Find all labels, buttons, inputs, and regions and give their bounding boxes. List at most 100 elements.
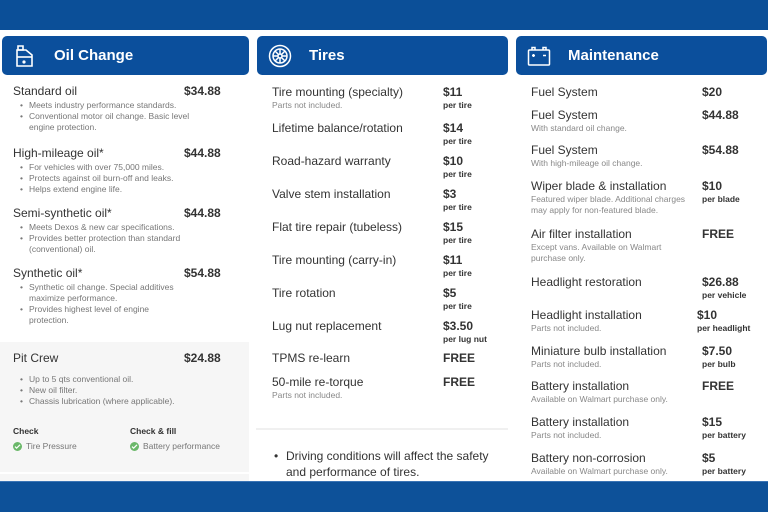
- service-price: $10 per tire: [443, 154, 472, 179]
- maintenance-service-item: Headlight restoration $26.88 per vehicle: [531, 275, 766, 300]
- oil-change-header: Oil Change: [2, 36, 249, 75]
- price-unit: per tire: [443, 202, 472, 212]
- price-unit: per headlight: [697, 323, 751, 333]
- service-note: Except vans. Available on Walmart purcha…: [531, 242, 662, 263]
- service-bullets: Meets industry performance standards. Co…: [13, 100, 253, 133]
- service-price: $26.88 per vehicle: [702, 275, 747, 300]
- service-price: $3.50 per lug nut: [443, 319, 487, 344]
- bullet: Protects against oil burn-off and leaks.: [13, 173, 253, 184]
- tires-footnote: Driving conditions will affect the safet…: [274, 448, 506, 480]
- service-price: $5 per tire: [443, 286, 472, 311]
- bullet: New oil filter.: [13, 385, 175, 396]
- service-price: $3 per tire: [443, 187, 472, 212]
- service-price: $54.88: [184, 266, 221, 280]
- tire-service-item: Road-hazard warranty $10 per tire: [272, 154, 507, 179]
- tire-service-item: Lug nut replacement $3.50 per lug nut: [272, 319, 507, 344]
- maintenance-title: Maintenance: [568, 47, 659, 64]
- tire-service-item: Valve stem installation $3 per tire: [272, 187, 507, 212]
- price-unit: per vehicle: [702, 290, 747, 300]
- check-fill-title: Check & fill: [130, 426, 177, 436]
- service-price: FREE: [702, 379, 735, 393]
- service-note: Parts not included.: [272, 390, 343, 400]
- tire-service-item: Lifetime balance/rotation $14 per tire: [272, 121, 507, 146]
- bullet: Provides highest level of engine protect…: [13, 304, 173, 326]
- tires-column: Tires Tire mounting (specialty) Parts not…: [256, 30, 512, 481]
- maintenance-service-item: Battery installation Parts not included. $…: [531, 415, 766, 441]
- service-price: $44.88: [184, 146, 221, 160]
- maintenance-service-item: Miniature bulb installation Parts not inc…: [531, 344, 766, 370]
- maintenance-service-item: Battery non-corrosion Available on Walmar…: [531, 451, 766, 477]
- tire-icon: [267, 43, 293, 69]
- price-unit: per tire: [443, 169, 472, 179]
- bullet: Synthetic oil change. Special additives …: [13, 282, 193, 304]
- service-price: FREE: [443, 375, 476, 389]
- service-price: $10 per blade: [702, 179, 740, 204]
- price-unit: per tire: [443, 235, 472, 245]
- service-price: $54.88: [702, 143, 739, 157]
- bullet: For vehicles with over 75,000 miles.: [13, 162, 253, 173]
- battery-icon: [526, 43, 552, 69]
- service-price: $7.50 per bulb: [702, 344, 736, 369]
- oil-change-title: Oil Change: [54, 47, 134, 64]
- service-price: FREE: [443, 351, 476, 365]
- service-note: Available on Walmart purchase only.: [531, 394, 668, 404]
- tire-service-item: Tire rotation $5 per tire: [272, 286, 507, 311]
- price-unit: per lug nut: [443, 334, 487, 344]
- price-unit: per battery: [702, 430, 746, 440]
- bullet: Chassis lubrication (where applicable).: [13, 396, 175, 407]
- oil-change-column: Oil Change Standard oil Meets industry p…: [0, 30, 256, 481]
- service-price: $15 per battery: [702, 415, 746, 440]
- bullet: Up to 5 qts conventional oil.: [13, 374, 175, 385]
- service-item: Semi-synthetic oil* Meets Dexos & new ca…: [13, 206, 253, 255]
- service-bullets: Meets Dexos & new car specifications. Pr…: [13, 222, 253, 255]
- bottom-banner: [0, 481, 768, 512]
- service-note: Featured wiper blade. Additional charges…: [531, 194, 686, 215]
- tire-service-item: Tire mounting (carry-in) $11 per tire: [272, 253, 507, 278]
- bullet: Provides better protection than standard…: [13, 233, 203, 255]
- maintenance-service-item: Air filter installation Except vans. Avai…: [531, 227, 766, 264]
- divider: [256, 428, 508, 430]
- tires-title: Tires: [309, 47, 345, 64]
- service-price: $5 per battery: [702, 451, 746, 476]
- service-price: $44.88: [184, 206, 221, 220]
- service-bullets: Synthetic oil change. Special additives …: [13, 282, 253, 326]
- service-note: With standard oil change.: [531, 123, 627, 133]
- checkmark-icon: [13, 441, 22, 451]
- check-fill-item: Battery performance: [130, 441, 220, 451]
- price-unit: per tire: [443, 100, 472, 110]
- maintenance-service-item: Battery installation Available on Walmart…: [531, 379, 766, 405]
- maintenance-service-item: Fuel System With high-mileage oil change.…: [531, 143, 766, 169]
- service-price: $14 per tire: [443, 121, 472, 146]
- bullet: Meets Dexos & new car specifications.: [13, 222, 253, 233]
- check-item-label: Tire Pressure: [26, 441, 77, 451]
- check-title: Check: [13, 426, 39, 436]
- service-price: $11 per tire: [443, 253, 472, 278]
- tires-header: Tires: [257, 36, 508, 75]
- bullet: Helps extend engine life.: [13, 184, 253, 195]
- maintenance-service-item: Wiper blade & installation Featured wiper…: [531, 179, 766, 216]
- check-fill-item-label: Battery performance: [143, 441, 221, 451]
- service-note: Available on Walmart purchase only.: [531, 466, 668, 476]
- service-price: $34.88: [184, 84, 221, 98]
- tire-service-item: Tire mounting (specialty) Parts not inclu…: [272, 85, 507, 111]
- oil-can-icon: [12, 43, 38, 69]
- service-note: With high-mileage oil change.: [531, 158, 643, 168]
- service-price: $15 per tire: [443, 220, 472, 245]
- service-note: Parts not included.: [531, 359, 602, 369]
- price-unit: per bulb: [702, 359, 736, 369]
- price-unit: per tire: [443, 301, 472, 311]
- price-unit: per tire: [443, 136, 472, 146]
- service-name: Fuel System: [531, 85, 598, 99]
- tire-service-item: TPMS re-learn FREE: [272, 351, 507, 365]
- service-price: $20: [702, 85, 723, 99]
- maintenance-header: Maintenance: [516, 36, 767, 75]
- service-note: Parts not included.: [531, 323, 602, 333]
- maintenance-service-item: Fuel System $20: [531, 85, 766, 99]
- service-item: High-mileage oil* For vehicles with over…: [13, 146, 253, 195]
- pit-crew-price: $24.88: [184, 351, 221, 365]
- service-item: Standard oil Meets industry performance …: [13, 84, 253, 133]
- bullet: Meets industry performance standards.: [13, 100, 253, 111]
- next-panel-edge: [0, 474, 249, 481]
- service-bullets: For vehicles with over 75,000 miles. Pro…: [13, 162, 253, 195]
- service-price: $10 per headlight: [697, 308, 751, 333]
